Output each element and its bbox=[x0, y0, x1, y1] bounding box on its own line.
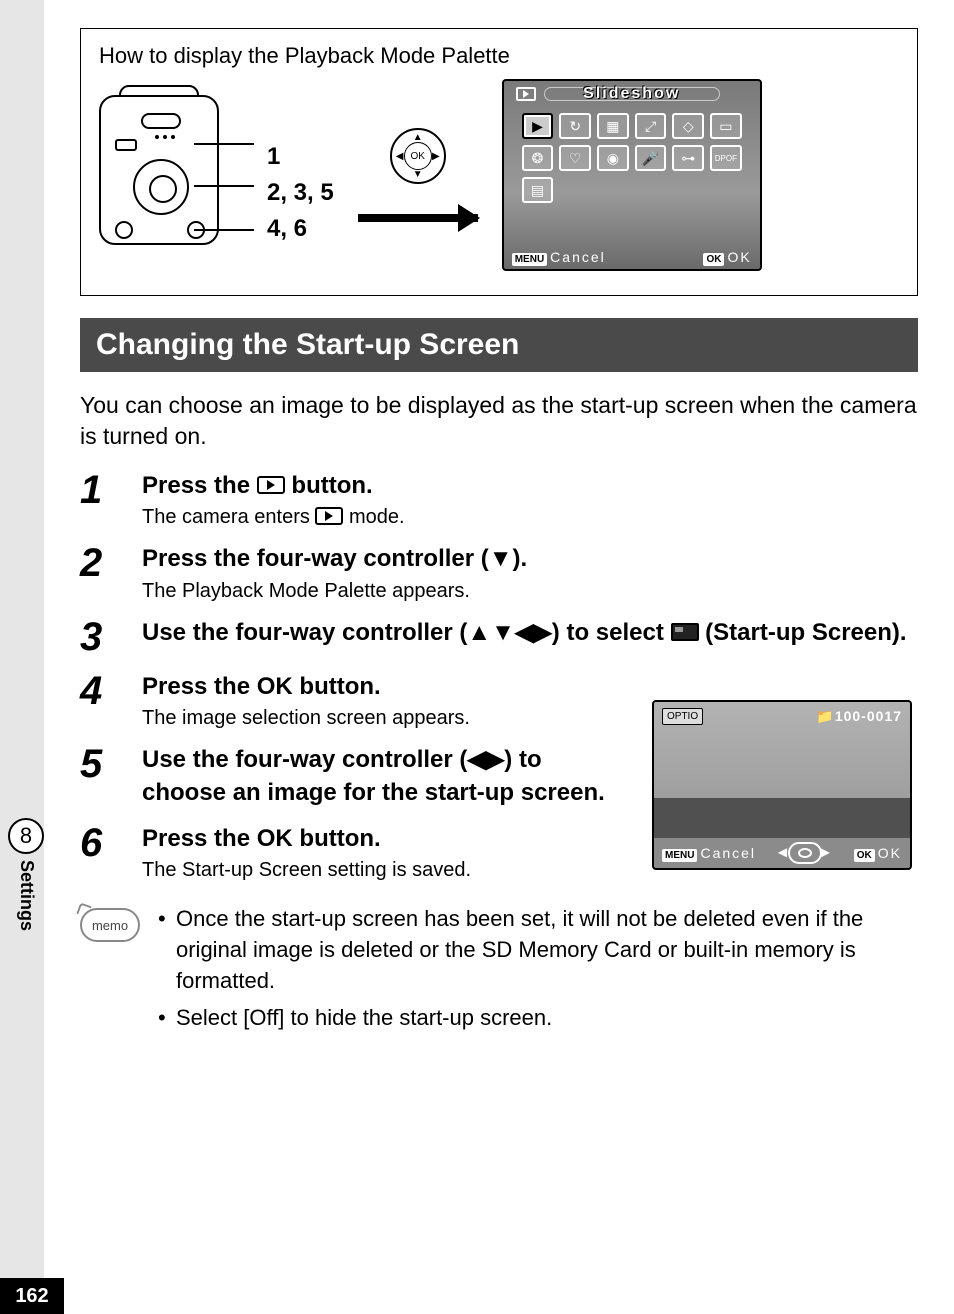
callout-3: 4, 6 bbox=[267, 211, 334, 247]
palette-icon-frame: ▭ bbox=[710, 113, 742, 139]
shot2-icon-startup: OPTIO bbox=[662, 708, 703, 725]
step-2: 2 Press the four-way controller (▼). The… bbox=[80, 543, 918, 602]
palette-icon-slideshow: ▶ bbox=[522, 113, 554, 139]
step-title: Press the four-way controller (▼). bbox=[142, 543, 918, 575]
playback-button-icon bbox=[257, 476, 285, 494]
palette-screen: Slideshow ▶ ↻ ▦ ⤢ ◇ ▭ ❂ ♡ ◉ 🎤 ⊶ DPOF bbox=[502, 79, 762, 271]
palette-icon-voice: 🎤 bbox=[635, 145, 667, 171]
memo-list: Once the start-up screen has been set, i… bbox=[158, 904, 918, 1039]
intro-paragraph: You can choose an image to be displayed … bbox=[80, 390, 918, 452]
palette-icon-grid: ▶ ↻ ▦ ⤢ ◇ ▭ ❂ ♡ ◉ 🎤 ⊶ DPOF ▤ bbox=[522, 113, 742, 203]
step-num: 2 bbox=[80, 543, 116, 602]
step-title: Press the OK button. bbox=[142, 671, 622, 703]
step-sub: The Playback Mode Palette appears. bbox=[142, 580, 918, 603]
step-sub: The camera enters mode. bbox=[142, 506, 918, 529]
palette-icon-protect: ⊶ bbox=[672, 145, 704, 171]
step-title: Press the button. bbox=[142, 470, 918, 502]
camera-diagram: 1 2, 3, 5 4, 6 bbox=[99, 85, 334, 265]
playback-mode-icon bbox=[516, 87, 536, 101]
palette-icon-diamond: ◇ bbox=[672, 113, 704, 139]
step-3: 3 Use the four-way controller (▲▼◀▶) to … bbox=[80, 617, 918, 657]
callout-1: 1 bbox=[267, 139, 334, 175]
arrow-right-icon bbox=[358, 214, 478, 222]
step-num: 3 bbox=[80, 617, 116, 657]
palette-icon-startup: ▤ bbox=[522, 177, 554, 203]
dpad-arrow-diagram: ▲ ▼ ◀ ▶ OK bbox=[358, 128, 478, 222]
page-content: How to display the Playback Mode Palette bbox=[44, 0, 954, 1314]
palette-icon-grid: ▦ bbox=[597, 113, 629, 139]
left-margin-strip bbox=[0, 0, 44, 1314]
memo-badge: memo bbox=[80, 908, 140, 942]
palette-menu-cancel: MENUCancel bbox=[512, 249, 606, 265]
memo-item: Once the start-up screen has been set, i… bbox=[158, 904, 918, 996]
palette-icon-redeye: ◉ bbox=[597, 145, 629, 171]
playback-palette-box: How to display the Playback Mode Palette bbox=[80, 28, 918, 296]
section-heading: Changing the Start-up Screen bbox=[80, 318, 918, 372]
step-num: 6 bbox=[80, 823, 116, 882]
startup-screen-icon bbox=[671, 623, 699, 641]
step-num: 4 bbox=[80, 671, 116, 730]
playback-mode-icon bbox=[315, 507, 343, 525]
palette-icon-resize: ⤢ bbox=[635, 113, 667, 139]
side-tab-label: Settings bbox=[16, 860, 37, 931]
palette-icon-rotate: ↻ bbox=[559, 113, 591, 139]
palette-icon-heart: ♡ bbox=[559, 145, 591, 171]
palette-icon-filter: ❂ bbox=[522, 145, 554, 171]
shot2-file-number: 📁100-0017 bbox=[816, 708, 902, 725]
step-title: Use the four-way controller (▲▼◀▶) to se… bbox=[142, 617, 918, 649]
step-num: 1 bbox=[80, 470, 116, 529]
palette-ok: OKOK bbox=[703, 249, 751, 265]
step-1: 1 Press the button. The camera enters mo… bbox=[80, 470, 918, 529]
step-title: Use the four-way controller (◀▶) to choo… bbox=[142, 744, 612, 809]
shot2-menu-cancel: MENUCancel bbox=[662, 845, 756, 861]
intro-title: How to display the Playback Mode Palette bbox=[99, 43, 899, 69]
callout-labels: 1 2, 3, 5 4, 6 bbox=[267, 139, 334, 247]
step-sub: The image selection screen appears. bbox=[142, 707, 622, 730]
step-num: 5 bbox=[80, 744, 116, 809]
shot2-ok: OKOK bbox=[854, 845, 902, 861]
palette-icon-dpof: DPOF bbox=[710, 145, 742, 171]
shot2-nav-icon bbox=[788, 842, 822, 864]
memo-section: memo Once the start-up screen has been s… bbox=[80, 904, 918, 1039]
camera-outline bbox=[99, 85, 249, 265]
palette-title: Slideshow bbox=[583, 85, 680, 103]
four-way-controller-icon: ▲ ▼ ◀ ▶ OK bbox=[390, 128, 446, 184]
callout-2: 2, 3, 5 bbox=[267, 175, 334, 211]
side-tab-number: 8 bbox=[8, 818, 44, 854]
memo-item: Select [Off] to hide the start-up screen… bbox=[158, 1003, 918, 1034]
image-selection-screenshot: OPTIO 📁100-0017 MENUCancel OKOK bbox=[652, 700, 912, 870]
